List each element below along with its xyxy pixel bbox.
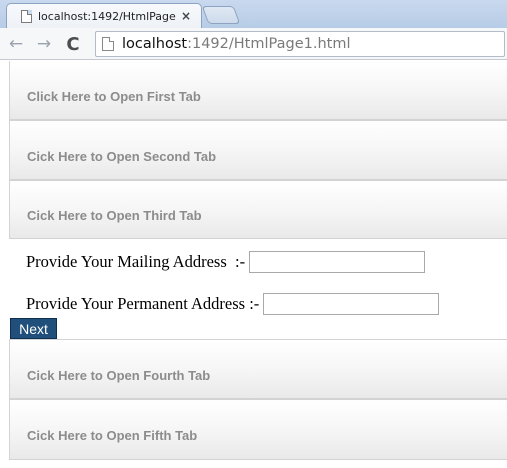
forward-arrow-icon[interactable]: → <box>33 33 55 55</box>
browser-toolbar: ← → C localhost:1492/HtmlPage1.html <box>0 28 507 60</box>
next-button[interactable]: Next <box>10 318 57 339</box>
page-favicon-icon <box>21 9 32 23</box>
page-content: Click Here to Open First Tab Cick Here t… <box>0 61 507 468</box>
accordion-header-fifth[interactable]: Cick Here to Open Fifth Tab <box>9 399 507 460</box>
accordion-header-label: Cick Here to Open Fourth Tab <box>27 367 211 383</box>
accordion-header-first[interactable]: Click Here to Open First Tab <box>9 61 507 120</box>
accordion-header-label: Cick Here to Open Third Tab <box>27 208 202 223</box>
tab-close-icon[interactable]: × <box>181 9 191 23</box>
page-icon <box>102 37 114 51</box>
address-bar[interactable]: localhost:1492/HtmlPage1.html <box>95 31 505 57</box>
accordion-header-second[interactable]: Cick Here to Open Second Tab <box>9 120 507 180</box>
accordion-header-fourth[interactable]: Cick Here to Open Fourth Tab <box>9 339 507 399</box>
browser-tab-strip: localhost:1492/HtmlPage1 × <box>0 0 507 28</box>
permanent-address-label: Provide Your Permanent Address :- <box>26 294 260 313</box>
url-text: localhost:1492/HtmlPage1.html <box>122 36 350 52</box>
reload-icon[interactable]: C <box>62 33 84 55</box>
accordion-header-label: Cick Here to Open Second Tab <box>27 148 217 164</box>
tab-title: localhost:1492/HtmlPage1 <box>38 9 176 23</box>
accordion-header-third[interactable]: Cick Here to Open Third Tab <box>9 180 507 239</box>
mailing-address-row: Provide Your Mailing Address :- <box>26 251 426 273</box>
url-path: :1492/HtmlPage1.html <box>187 36 351 52</box>
permanent-address-row: Provide Your Permanent Address :- <box>26 293 440 315</box>
accordion-panel-third: Provide Your Mailing Address :- Provide … <box>0 239 507 339</box>
new-tab-button[interactable] <box>201 6 241 24</box>
accordion-header-label: Cick Here to Open Fifth Tab <box>27 428 198 443</box>
back-arrow-icon[interactable]: ← <box>5 33 27 55</box>
mailing-address-label: Provide Your Mailing Address :- <box>26 252 246 271</box>
accordion-header-label: Click Here to Open First Tab <box>27 88 201 104</box>
permanent-address-input[interactable] <box>263 293 440 315</box>
mailing-address-input[interactable] <box>249 251 426 273</box>
browser-tab[interactable]: localhost:1492/HtmlPage1 × <box>6 3 202 28</box>
url-host: localhost <box>122 36 188 52</box>
